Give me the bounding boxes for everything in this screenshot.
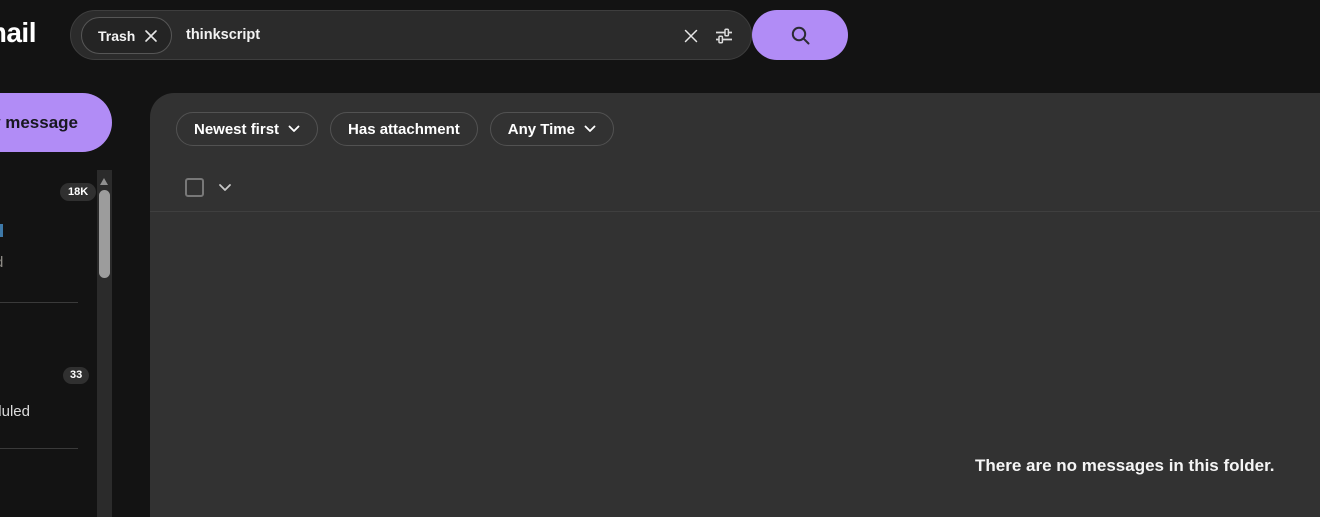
sidebar-divider xyxy=(0,302,78,303)
clear-search-icon[interactable] xyxy=(679,24,703,48)
new-message-label: New message xyxy=(0,113,78,133)
message-list-panel: Newest first Has attachment Any Time xyxy=(150,93,1320,517)
time-range-label: Any Time xyxy=(508,121,575,138)
has-attachment-label: Has attachment xyxy=(348,121,460,138)
sidebar-scrollbar[interactable] xyxy=(97,170,112,517)
chevron-down-icon xyxy=(584,125,596,133)
sort-order-label: Newest first xyxy=(194,121,279,138)
scheduled-label: Scheduled xyxy=(0,403,30,422)
fastmail-logo: Fastmail xyxy=(0,13,36,53)
time-range-filter-button[interactable]: Any Time xyxy=(490,112,614,146)
cropped-text-fragment: d xyxy=(0,254,7,271)
chevron-down-icon xyxy=(288,125,300,133)
select-all-row xyxy=(185,178,232,197)
scrollbar-up-arrow-icon[interactable] xyxy=(100,178,108,185)
search-scope-chip[interactable]: Trash xyxy=(81,17,172,54)
sort-order-filter-button[interactable]: Newest first xyxy=(176,112,318,146)
list-header-divider xyxy=(150,211,1320,212)
filter-toolbar: Newest first Has attachment Any Time xyxy=(176,112,614,146)
sidebar-item-scheduled[interactable]: Scheduled xyxy=(0,403,30,422)
scrollbar-thumb[interactable] xyxy=(99,190,110,278)
empty-folder-message: There are no messages in this folder. xyxy=(975,456,1275,476)
folder-count-badge-18k: 18K xyxy=(60,183,96,201)
app-window: Fastmail Trash thinkscript xyxy=(0,0,1320,517)
search-input[interactable]: thinkscript xyxy=(186,11,260,59)
select-menu-chevron-icon[interactable] xyxy=(218,183,232,192)
remove-scope-icon[interactable] xyxy=(144,29,158,43)
new-message-button[interactable]: New message xyxy=(0,93,112,152)
search-bar[interactable]: Trash thinkscript xyxy=(70,10,752,60)
scope-chip-label: Trash xyxy=(98,28,135,44)
search-options-icon[interactable] xyxy=(711,23,737,49)
sidebar-divider xyxy=(0,448,78,449)
cropped-link-fragment xyxy=(0,224,3,237)
folder-count-badge-33: 33 xyxy=(63,367,89,384)
search-icon xyxy=(789,24,812,47)
has-attachment-filter-button[interactable]: Has attachment xyxy=(330,112,478,146)
select-all-checkbox[interactable] xyxy=(185,178,204,197)
search-button[interactable] xyxy=(752,10,848,60)
logo-text: Fastmail xyxy=(0,17,36,49)
